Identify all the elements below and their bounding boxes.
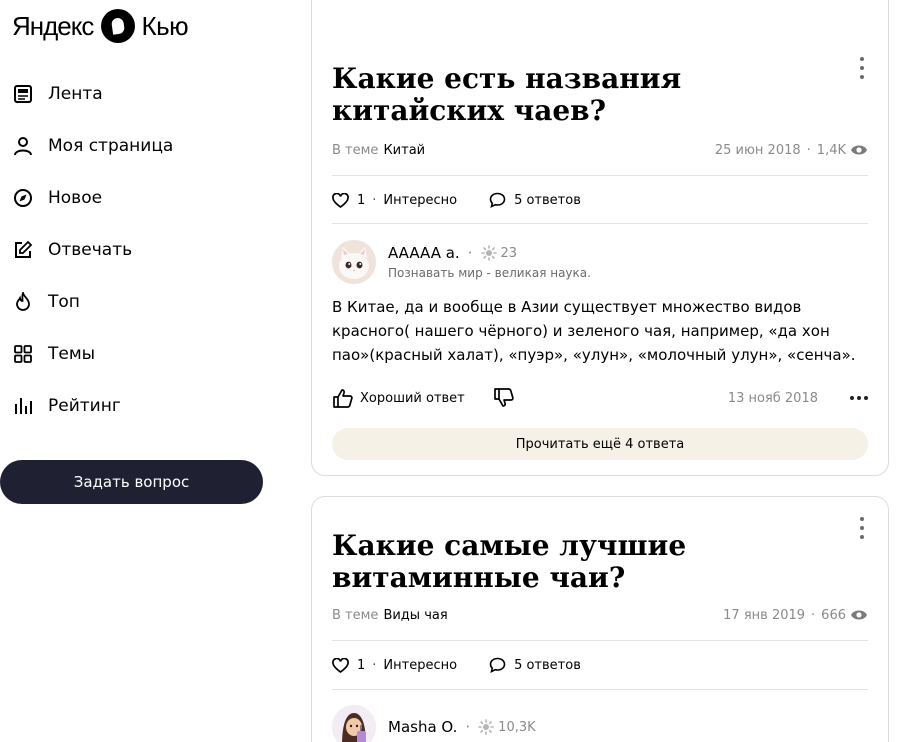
heart-icon [332, 657, 349, 673]
answer-text[interactable]: В Китае, да и вообще в Азии существует м… [332, 295, 868, 367]
topic-link[interactable]: Виды чая [383, 608, 447, 623]
answers-count: 5 ответов [514, 192, 581, 208]
topic-prefix: В теме [332, 607, 379, 623]
question-actions: 1 · Интересно 5 ответов [332, 654, 868, 676]
question-date: 17 янв 2019 [723, 607, 806, 623]
interesting-button[interactable]: 1 · Интересно [332, 657, 458, 673]
more-vertical-icon[interactable] [854, 57, 870, 79]
separator-dot: · [467, 244, 473, 262]
sidebar-item-label: Рейтинг [48, 396, 121, 416]
sidebar-item-feed[interactable]: Лента [0, 68, 280, 120]
edit-icon [12, 239, 34, 261]
interest-label: Интересно [383, 657, 458, 673]
interest-label: Интересно [383, 192, 458, 208]
author-bio: Познавать мир - великая наука. [388, 266, 591, 280]
author-rating: 10,3K [498, 719, 536, 735]
question-card: Какие есть названия китайских чаев? В те… [311, 0, 889, 476]
question-title[interactable]: Какие есть названия китайских чаев? [332, 63, 848, 127]
sidebar-item-label: Лента [48, 84, 103, 104]
view-count: 1,4K [816, 142, 846, 158]
eye-icon [850, 144, 868, 156]
answer-author: Masha O. · 10,3K [332, 703, 868, 742]
sidebar-item-topics[interactable]: Темы [0, 328, 280, 380]
author-line: Masha O. · 10,3K [388, 718, 536, 736]
logo-q-mark-icon [101, 9, 136, 43]
sidebar-item-top[interactable]: Топ [0, 276, 280, 328]
sidebar-item-label: Отвечать [48, 240, 133, 260]
avatar[interactable] [332, 705, 376, 742]
more-vertical-icon[interactable] [854, 517, 870, 539]
question-meta: В теме Виды чая 17 янв 2019 · 666 [332, 605, 868, 625]
divider [332, 223, 868, 224]
view-count: 666 [821, 607, 846, 623]
topic-link[interactable]: Китай [383, 143, 425, 158]
topic-prefix: В теме [332, 142, 379, 158]
sidebar-item-label: Топ [48, 292, 80, 312]
question-stats: 25 июн 2018 · 1,4K [715, 143, 868, 158]
separator-dot: · [811, 607, 816, 623]
question-title[interactable]: Какие самые лучшие витаминные чаи? [332, 530, 848, 594]
sidebar-item-label: Новое [48, 188, 103, 208]
like-count: 1 [357, 192, 366, 208]
logo[interactable]: Яндекс Кью [12, 8, 189, 44]
eye-icon [850, 609, 868, 621]
interesting-button[interactable]: 1 · Интересно [332, 192, 458, 208]
sidebar-item-my-page[interactable]: Моя страница [0, 120, 280, 172]
separator-dot: · [806, 142, 811, 158]
answer-actions: Хороший ответ 13 нояб 2018 [332, 386, 868, 410]
author-name[interactable]: AAAAA a. [388, 244, 460, 262]
author-info: AAAAA a. · 23 Познавать мир - великая на… [388, 244, 591, 280]
question-card: Какие самые лучшие витаминные чаи? В тем… [311, 496, 889, 742]
rating-laurel-icon [478, 719, 494, 735]
sidebar-item-label: Моя страница [48, 136, 174, 156]
ask-question-button[interactable]: Задать вопрос [0, 460, 263, 504]
read-more-answers-button[interactable]: Прочитать ещё 4 ответа [332, 428, 868, 460]
separator-dot: · [465, 718, 471, 736]
author-line: AAAAA a. · 23 [388, 244, 591, 262]
question-stats: 17 янв 2019 · 666 [723, 608, 868, 623]
avatar[interactable] [332, 240, 376, 284]
answer-date: 13 нояб 2018 [727, 390, 818, 406]
thumb-up-icon [332, 388, 354, 408]
logo-text-q: Кью [141, 10, 189, 41]
logo-text-yandex: Яндекс [12, 10, 94, 41]
question-date: 25 июн 2018 [714, 142, 801, 158]
heart-icon [332, 192, 349, 208]
sidebar-item-answer[interactable]: Отвечать [0, 224, 280, 276]
separator-dot: · [372, 657, 377, 673]
user-icon [12, 135, 34, 157]
divider [332, 640, 868, 641]
answers-count: 5 ответов [514, 657, 581, 673]
rating-laurel-icon [480, 245, 497, 261]
feed-icon [12, 83, 34, 105]
divider [332, 689, 868, 690]
comment-icon [489, 657, 506, 673]
sidebar-item-label: Темы [48, 344, 96, 364]
good-answer-button[interactable]: Хороший ответ [332, 388, 465, 408]
like-count: 1 [357, 657, 366, 673]
question-actions: 1 · Интересно 5 ответов [332, 189, 868, 211]
more-horizontal-icon[interactable] [850, 396, 868, 400]
answer-author: AAAAA a. · 23 Познавать мир - великая на… [332, 238, 868, 286]
comment-icon [489, 192, 506, 208]
compass-icon [12, 187, 34, 209]
separator-dot: · [372, 192, 377, 208]
answers-button[interactable]: 5 ответов [489, 657, 581, 673]
grid-icon [12, 343, 34, 365]
question-meta: В теме Китай 25 июн 2018 · 1,4K [332, 140, 868, 160]
divider [332, 175, 868, 176]
sidebar: Лента Моя страница Новое Отвечать Топ Те… [0, 68, 280, 432]
flame-icon [12, 291, 34, 313]
sidebar-item-rating[interactable]: Рейтинг [0, 380, 280, 432]
sidebar-item-new[interactable]: Новое [0, 172, 280, 224]
author-name[interactable]: Masha O. [388, 718, 457, 736]
good-answer-label: Хороший ответ [360, 390, 465, 406]
answers-button[interactable]: 5 ответов [489, 192, 581, 208]
thumb-down-icon[interactable] [493, 388, 515, 408]
author-rating: 23 [500, 245, 518, 261]
author-info: Masha O. · 10,3K [388, 718, 536, 736]
rating-bars-icon [12, 395, 34, 417]
